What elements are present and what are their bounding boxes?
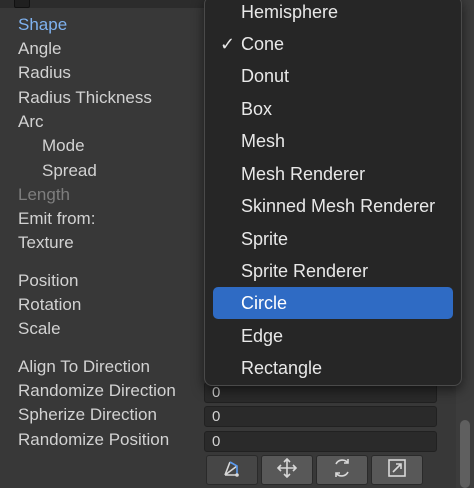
scale-button[interactable] — [371, 455, 423, 485]
shape-label: Shape — [18, 15, 68, 34]
randomize-direction-label: Randomize Direction — [18, 381, 176, 400]
menu-item-rectangle[interactable]: Rectangle — [213, 352, 453, 384]
arc-spread-label: Spread — [42, 161, 97, 180]
arc-label: Arc — [18, 112, 44, 131]
edit-shape-button[interactable] — [206, 455, 258, 485]
menu-item-label: Donut — [241, 66, 290, 86]
menu-item-skinned-mesh-renderer[interactable]: Skinned Mesh Renderer — [213, 190, 453, 222]
menu-item-label: Hemisphere — [241, 2, 339, 22]
spherize-direction-label: Spherize Direction — [18, 405, 157, 424]
scale-label: Scale — [18, 319, 61, 338]
menu-item-edge[interactable]: Edge — [213, 320, 453, 352]
menu-item-label: Circle — [241, 293, 288, 313]
menu-item-box[interactable]: Box — [213, 93, 453, 125]
rotation-label: Rotation — [18, 295, 82, 314]
angle-label: Angle — [18, 39, 62, 58]
edit-shape-icon — [221, 457, 243, 484]
align-to-direction-label: Align To Direction — [18, 357, 150, 376]
shape-dropdown-menu: Hemisphere ✓ Cone Donut Box Mesh Mesh Ren… — [204, 0, 462, 386]
arc-mode-label: Mode — [42, 136, 85, 155]
menu-item-cone[interactable]: ✓ Cone — [213, 28, 453, 60]
rotate-button[interactable] — [316, 455, 368, 485]
menu-item-mesh[interactable]: Mesh — [213, 125, 453, 157]
scale-icon — [386, 457, 408, 484]
menu-item-hemisphere[interactable]: Hemisphere — [213, 0, 453, 28]
menu-item-sprite[interactable]: Sprite — [213, 223, 453, 255]
length-label: Length — [18, 185, 70, 204]
randomize-position-label: Randomize Position — [18, 430, 170, 449]
radius-label: Radius — [18, 63, 71, 82]
radius-thickness-label: Radius Thickness — [18, 88, 152, 107]
menu-item-label: Mesh — [241, 131, 286, 151]
position-label: Position — [18, 271, 79, 290]
move-button[interactable] — [261, 455, 313, 485]
shape-tool-bar — [206, 455, 426, 485]
menu-item-label: Mesh Renderer — [241, 164, 366, 184]
menu-item-label: Cone — [241, 34, 285, 54]
texture-label: Texture — [18, 233, 74, 252]
menu-item-label: Edge — [241, 326, 284, 346]
inspector-panel: Shape Angle Radius Radius Thickness Arc … — [0, 0, 474, 488]
menu-item-label: Sprite Renderer — [241, 261, 369, 281]
menu-item-donut[interactable]: Donut — [213, 60, 453, 92]
emit-from-label: Emit from: — [18, 209, 96, 228]
menu-item-label: Skinned Mesh Renderer — [241, 196, 436, 216]
module-toggle-checkbox[interactable] — [14, 0, 30, 8]
menu-item-label: Rectangle — [241, 358, 323, 378]
move-icon — [276, 457, 298, 484]
rotate-icon — [331, 457, 353, 484]
menu-item-mesh-renderer[interactable]: Mesh Renderer — [213, 158, 453, 190]
menu-item-label: Box — [241, 99, 273, 119]
randomize-position-field[interactable]: 0 — [204, 431, 437, 452]
checkmark-icon: ✓ — [220, 34, 236, 54]
module-header — [0, 0, 210, 8]
scrollbar-thumb[interactable] — [460, 420, 470, 488]
menu-item-circle[interactable]: Circle — [213, 287, 453, 319]
spherize-direction-field[interactable]: 0 — [204, 406, 437, 427]
menu-item-label: Sprite — [241, 229, 289, 249]
menu-item-sprite-renderer[interactable]: Sprite Renderer — [213, 255, 453, 287]
